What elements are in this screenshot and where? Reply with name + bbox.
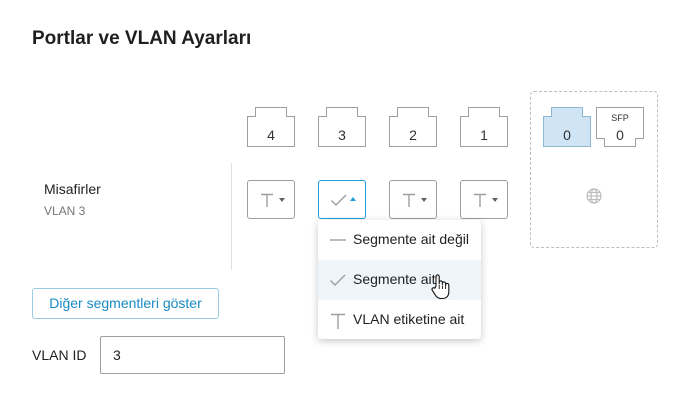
show-other-segments-button[interactable]: Diğer segmentleri göster [32, 288, 219, 319]
segment-vlan: VLAN 3 [44, 204, 86, 218]
port-1-icon: 1 [460, 107, 508, 147]
sfp-caption: SFP [611, 113, 629, 123]
tag-t-icon [472, 192, 488, 213]
wan-port-0-label: 0 [563, 127, 571, 143]
dropdown-item-label: Segmente ait [353, 271, 436, 287]
chevron-down-icon [421, 198, 427, 202]
chevron-up-icon [350, 197, 356, 201]
tag-t-icon [401, 192, 417, 213]
row-divider [231, 163, 232, 270]
port-2-state-select[interactable] [389, 180, 437, 219]
tag-t-icon [259, 192, 275, 213]
vlan-id-input[interactable] [100, 336, 285, 374]
port-1-label: 1 [480, 127, 488, 143]
hand-cursor-icon [430, 273, 452, 301]
check-icon [330, 192, 348, 213]
sfp-port-icon[interactable]: SFP 0 [596, 107, 644, 147]
port-3-icon: 3 [318, 107, 366, 147]
dropdown-item-member[interactable]: Segmente ait [318, 260, 481, 300]
port-2-icon: 2 [389, 107, 437, 147]
port-2-label: 2 [409, 127, 417, 143]
tag-t-icon [329, 312, 347, 335]
chevron-down-icon [492, 198, 498, 202]
vlan-id-label: VLAN ID [32, 347, 87, 363]
port-4-icon: 4 [247, 107, 295, 147]
chevron-down-icon [279, 198, 285, 202]
dropdown-item-not-member[interactable]: Segmente ait değil [318, 220, 481, 260]
dropdown-item-label: Segmente ait değil [353, 231, 469, 247]
dash-icon [329, 232, 347, 253]
port-4-state-select[interactable] [247, 180, 295, 219]
port-3-state-select[interactable] [318, 180, 366, 219]
page-title: Portlar ve VLAN Ayarları [32, 28, 252, 49]
sfp-port-label: 0 [616, 127, 624, 143]
wan-port-0-icon[interactable]: 0 [543, 107, 591, 147]
dropdown-item-label: VLAN etiketine ait [353, 311, 465, 327]
port-4-label: 4 [267, 127, 275, 143]
globe-icon [585, 187, 603, 205]
check-icon [329, 272, 347, 293]
segment-name: Misafirler [44, 181, 101, 197]
dropdown-item-vlan-tagged[interactable]: VLAN etiketine ait [318, 300, 481, 340]
port-1-state-select[interactable] [460, 180, 508, 219]
port-3-label: 3 [338, 127, 346, 143]
port-state-dropdown: Segmente ait değil Segmente ait VLAN eti… [318, 220, 481, 339]
